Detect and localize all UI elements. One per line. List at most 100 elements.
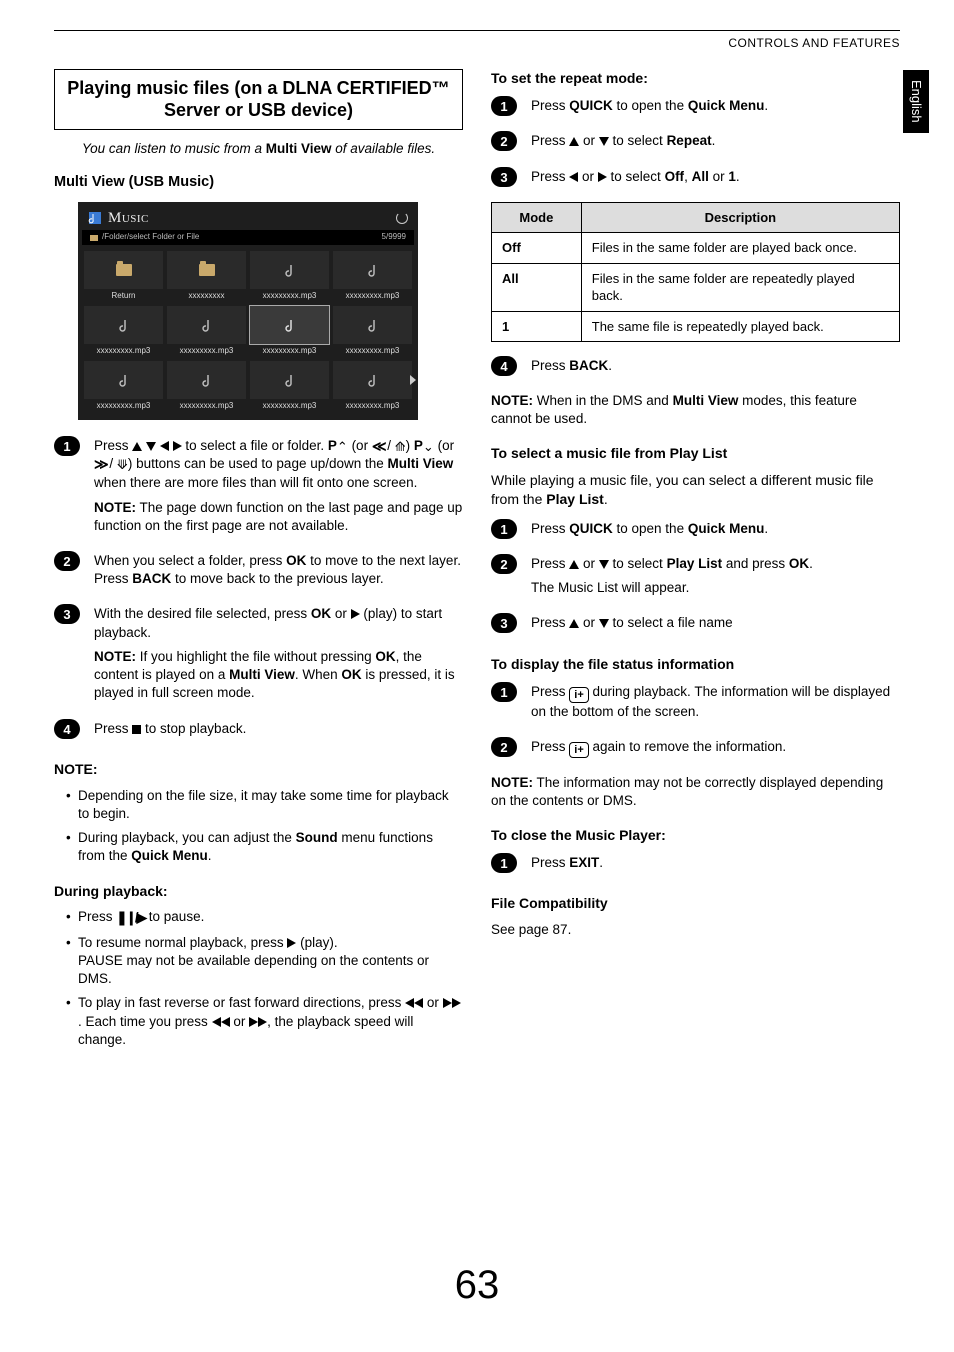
arrow-right-icon bbox=[173, 441, 182, 451]
playlist-heading: To select a music file from Play List bbox=[491, 444, 900, 463]
file-label: xxxxxxxxx.mp3 bbox=[167, 346, 246, 357]
step-2-icon: 2 bbox=[491, 737, 517, 757]
right-column: To set the repeat mode: 1 Press QUICK to… bbox=[491, 69, 900, 1055]
file-label: xxxxxxxxx.mp3 bbox=[333, 401, 412, 412]
music-screenshot: Music /Folder/select Folder or File 5/99… bbox=[78, 202, 418, 419]
file-label: xxxxxxxxx.mp3 bbox=[250, 346, 329, 357]
music-file-icon bbox=[366, 318, 380, 332]
arrow-down-icon bbox=[599, 560, 609, 569]
rewind-icon bbox=[405, 998, 414, 1008]
svg-text:1: 1 bbox=[500, 685, 507, 700]
music-file-icon bbox=[283, 373, 297, 387]
svg-text:1: 1 bbox=[500, 99, 507, 114]
intro-text: You can listen to music from a Multi Vie… bbox=[54, 140, 463, 158]
note-bullet: Depending on the file size, it may take … bbox=[66, 787, 463, 823]
arrow-up-icon bbox=[569, 137, 579, 146]
repeat-mode-table: Mode Description Off Files in the same f… bbox=[491, 202, 900, 343]
playlist-step-2: Press or to select Play List and press O… bbox=[531, 554, 900, 603]
file-label: xxxxxxxxx.mp3 bbox=[84, 401, 163, 412]
page-number: 63 bbox=[0, 1258, 954, 1312]
status-note: NOTE: The information may not be correct… bbox=[491, 774, 900, 810]
status-step-2: Press i+ again to remove the information… bbox=[531, 737, 900, 764]
rewind-icon bbox=[212, 1017, 221, 1027]
music-file-icon bbox=[283, 263, 297, 277]
step-2-icon: 2 bbox=[54, 551, 80, 571]
arrow-up-icon bbox=[569, 619, 579, 628]
step-1-icon: 1 bbox=[491, 853, 517, 873]
info-button-icon: i+ bbox=[569, 742, 588, 758]
arrow-right-icon bbox=[598, 172, 607, 182]
play-icon bbox=[287, 938, 296, 948]
svg-text:2: 2 bbox=[500, 557, 507, 572]
fast-forward-icon bbox=[443, 998, 452, 1008]
desc-cell: Files in the same folder are repeatedly … bbox=[581, 263, 899, 311]
during-playback-heading: During playback: bbox=[54, 882, 463, 901]
music-file-icon bbox=[200, 373, 214, 387]
intro-post: of available files. bbox=[332, 141, 436, 156]
intro-bold: Multi View bbox=[266, 141, 332, 156]
arrow-down-icon bbox=[146, 442, 156, 451]
fast-forward-icon bbox=[249, 1017, 258, 1027]
rewind-icon bbox=[414, 998, 423, 1008]
language-tab: English bbox=[903, 70, 929, 133]
playlist-step-3: Press or to select a file name bbox=[531, 613, 900, 638]
scroll-right-icon bbox=[410, 375, 416, 385]
during-bullet: To play in fast reverse or fast forward … bbox=[66, 994, 463, 1049]
screenshot-title: Music bbox=[108, 208, 149, 228]
file-label: xxxxxxxxx.mp3 bbox=[250, 401, 329, 412]
svg-text:4: 4 bbox=[500, 359, 508, 374]
repeat-step-4: Press BACK. bbox=[531, 356, 900, 381]
desc-cell: Files in the same folder are played back… bbox=[581, 233, 899, 264]
svg-text:3: 3 bbox=[500, 616, 507, 631]
repeat-note: NOTE: When in the DMS and Multi View mod… bbox=[491, 392, 900, 428]
svg-text:2: 2 bbox=[63, 554, 70, 569]
compat-heading: File Compatibility bbox=[491, 894, 900, 913]
repeat-step-1: Press QUICK to open the Quick Menu. bbox=[531, 96, 900, 121]
step-4-icon: 4 bbox=[54, 719, 80, 739]
svg-text:1: 1 bbox=[500, 522, 507, 537]
repeat-mode-heading: To set the repeat mode: bbox=[491, 69, 900, 88]
music-file-icon bbox=[200, 318, 214, 332]
folder-icon bbox=[90, 235, 98, 241]
step-1-icon: 1 bbox=[491, 519, 517, 539]
music-file-icon bbox=[117, 373, 131, 387]
file-label: xxxxxxxxx.mp3 bbox=[250, 291, 329, 302]
info-button-icon: i+ bbox=[569, 687, 588, 703]
mode-cell: 1 bbox=[492, 311, 582, 342]
stop-icon bbox=[132, 725, 141, 734]
arrow-down-icon bbox=[599, 619, 609, 628]
play-icon bbox=[351, 609, 360, 619]
file-label: xxxxxxxxx.mp3 bbox=[167, 401, 246, 412]
mode-cell: All bbox=[492, 263, 582, 311]
screenshot-counter: 5/9999 bbox=[382, 232, 406, 243]
screenshot-breadcrumb-row: /Folder/select Folder or File 5/9999 bbox=[82, 230, 414, 245]
folder-icon bbox=[116, 264, 132, 276]
close-step: Press EXIT. bbox=[531, 853, 900, 878]
during-bullet: Press ❚❙/▶ to pause. bbox=[66, 908, 463, 927]
step-3-icon: 3 bbox=[54, 604, 80, 624]
music-file-icon bbox=[283, 318, 297, 332]
compat-text: See page 87. bbox=[491, 921, 900, 939]
step-1-body: Press to select a file or folder. P⌃ (or… bbox=[94, 436, 463, 541]
status-heading: To display the file status information bbox=[491, 655, 900, 674]
step-1-icon: 1 bbox=[491, 96, 517, 116]
svg-text:4: 4 bbox=[63, 722, 71, 737]
repeat-step-3: Press or to select Off, All or 1. bbox=[531, 167, 900, 192]
svg-text:2: 2 bbox=[500, 134, 507, 149]
repeat-step-2: Press or to select Repeat. bbox=[531, 131, 900, 156]
header-rule bbox=[54, 30, 900, 31]
file-label: xxxxxxxxx.mp3 bbox=[84, 346, 163, 357]
arrow-up-icon bbox=[132, 442, 142, 451]
fast-forward-icon bbox=[258, 1017, 267, 1027]
music-app-icon bbox=[88, 211, 102, 225]
step-1-icon: 1 bbox=[491, 682, 517, 702]
playlist-intro: While playing a music file, you can sele… bbox=[491, 471, 900, 509]
refresh-icon bbox=[396, 212, 408, 224]
table-head-mode: Mode bbox=[492, 202, 582, 233]
screenshot-breadcrumb: /Folder/select Folder or File bbox=[102, 232, 199, 243]
step-2-body: When you select a folder, press OK to mo… bbox=[94, 551, 463, 594]
rewind-icon bbox=[221, 1017, 230, 1027]
music-file-icon bbox=[117, 318, 131, 332]
arrow-left-icon bbox=[160, 441, 169, 451]
step-2-icon: 2 bbox=[491, 131, 517, 151]
